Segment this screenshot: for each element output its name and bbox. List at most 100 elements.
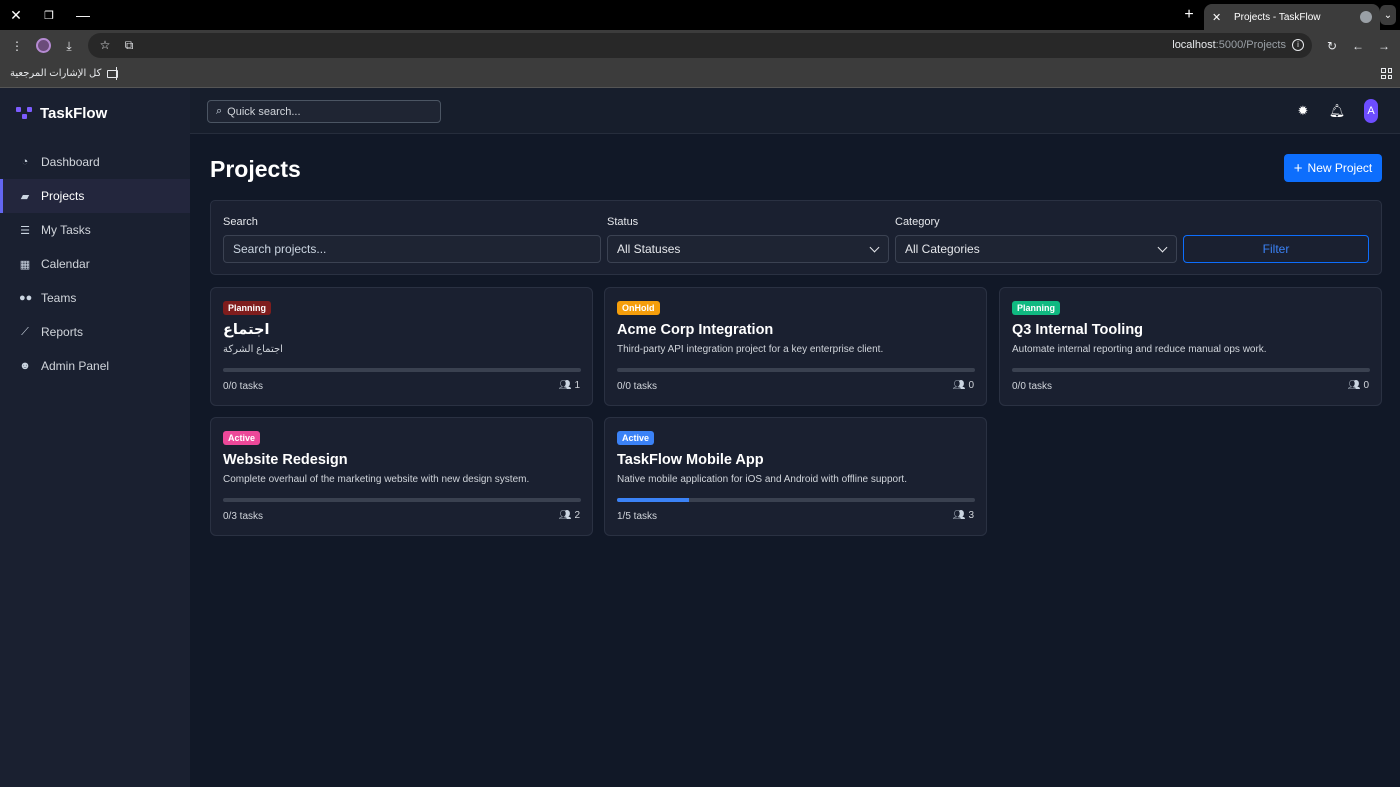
all-bookmarks-label: كل الإشارات المرجعية	[10, 68, 102, 79]
sidebar-item-teams[interactable]: ●● Teams	[0, 281, 190, 315]
quick-search-input[interactable]	[227, 105, 428, 118]
project-card[interactable]: Active Website Redesign Complete overhau…	[210, 417, 593, 536]
progress-bar	[223, 368, 581, 372]
back-icon[interactable]: ←	[1347, 35, 1369, 57]
translate-icon[interactable]: ⧉	[118, 34, 140, 56]
filter-panel: Search Search projects... Status All Sta…	[210, 200, 1382, 275]
project-card[interactable]: Planning اجتماع اجتماع الشركة 0/0 tasks …	[210, 287, 593, 406]
project-title[interactable]: Acme Corp Integration	[617, 322, 773, 338]
sidebar-item-label: My Tasks	[41, 223, 91, 237]
project-title[interactable]: Q3 Internal Tooling	[1012, 322, 1143, 338]
sidebar-item-label: Teams	[41, 291, 77, 305]
task-count: 0/3 tasks	[223, 511, 264, 522]
forward-icon[interactable]: →	[1373, 35, 1395, 57]
status-select[interactable]: All Statuses	[607, 235, 889, 263]
dashboard-icon: ◔	[21, 156, 29, 168]
sidebar-item-label: Admin Panel	[41, 359, 110, 373]
project-description: اجتماع الشركة	[223, 344, 283, 355]
quick-search[interactable]: ⌕	[207, 100, 441, 123]
category-select[interactable]: All Categories	[895, 235, 1177, 263]
project-title[interactable]: اجتماع	[223, 322, 269, 338]
menu-dots-icon[interactable]: ⋮	[6, 35, 28, 57]
progress-bar	[1012, 368, 1370, 372]
project-description: Native mobile application for iOS and An…	[617, 474, 907, 485]
task-count: 0/0 tasks	[1012, 381, 1053, 392]
sidebar-item-label: Reports	[41, 325, 84, 339]
project-card[interactable]: OnHold Acme Corp Integration Third-party…	[604, 287, 987, 406]
users-icon: 👥︎	[558, 380, 572, 391]
chevron-down-icon	[869, 242, 880, 253]
filter-button[interactable]: Filter	[1183, 235, 1369, 263]
browser-tab[interactable]: ✕ Projects - TaskFlow	[1204, 4, 1380, 30]
member-count: 👥︎ 1	[559, 380, 580, 391]
progress-bar	[223, 498, 581, 502]
profile-avatar-icon[interactable]	[36, 38, 51, 53]
task-count: 1/5 tasks	[617, 511, 658, 522]
globe-icon	[1360, 11, 1372, 23]
sidebar-item-label: Calendar	[41, 257, 90, 271]
sidebar-item-dashboard[interactable]: ◔ Dashboard	[0, 145, 190, 179]
sidebar-item-reports[interactable]: ⟋ Reports	[0, 315, 190, 349]
minimize-window-icon[interactable]: —	[68, 0, 98, 30]
project-description: Complete overhaul of the marketing websi…	[223, 474, 530, 485]
member-count-value: 0	[1363, 380, 1369, 391]
folder-icon: ▰	[20, 190, 30, 203]
avatar[interactable]: A	[1364, 99, 1378, 123]
main-content: Projects + New Project Search Search pro…	[190, 134, 1400, 787]
restore-window-icon[interactable]: ❐	[34, 0, 64, 30]
tab-menu-chevron-icon[interactable]: ⌄	[1380, 5, 1396, 25]
tab-close-icon[interactable]: ✕	[1212, 11, 1226, 24]
bell-icon[interactable]: 🔔︎	[1328, 102, 1346, 120]
page-title: Projects	[210, 156, 301, 182]
chevron-down-icon	[1157, 242, 1168, 253]
gear-icon[interactable]: ✹	[1294, 102, 1312, 120]
reload-icon[interactable]: ↻	[1321, 35, 1343, 57]
project-title[interactable]: TaskFlow Mobile App	[617, 452, 764, 468]
sidebar-item-projects[interactable]: ▰ Projects	[0, 179, 190, 213]
brand[interactable]: TaskFlow	[16, 105, 107, 122]
search-projects-input[interactable]: Search projects...	[223, 235, 601, 263]
member-count-value: 1	[574, 380, 580, 391]
url-host: localhost	[1172, 39, 1216, 51]
status-badge: Planning	[223, 301, 271, 315]
url-text[interactable]: localhost:5000/Projects	[1172, 39, 1286, 51]
teams-icon: ●●	[19, 292, 33, 304]
category-select-value: All Categories	[905, 242, 980, 256]
member-count: 👥︎ 2	[559, 510, 580, 521]
tasks-icon: ☰	[20, 224, 30, 237]
calendar-icon: ▦	[19, 258, 31, 271]
status-badge: OnHold	[617, 301, 660, 315]
new-tab-icon[interactable]: +	[1178, 0, 1200, 30]
sidebar-item-admin-panel[interactable]: ☻ Admin Panel	[0, 349, 190, 383]
topbar: ⌕ ✹ 🔔︎ A	[190, 88, 1400, 134]
close-window-icon[interactable]: ✕	[1, 0, 31, 30]
users-icon: 👥︎	[952, 380, 966, 391]
status-badge: Planning	[1012, 301, 1060, 315]
download-icon[interactable]: ⤓	[58, 35, 80, 57]
apps-grid-icon[interactable]	[1381, 68, 1392, 79]
sidebar-item-my-tasks[interactable]: ☰ My Tasks	[0, 213, 190, 247]
users-icon: 👥︎	[558, 510, 572, 521]
bookmarks-separator	[116, 67, 117, 80]
project-card[interactable]: Planning Q3 Internal Tooling Automate in…	[999, 287, 1382, 406]
browser-titlebar: ✕ ❐ — + ✕ Projects - TaskFlow ⌄	[0, 0, 1400, 30]
site-info-icon[interactable]: i	[1292, 39, 1304, 51]
tab-title: Projects - TaskFlow	[1234, 11, 1321, 23]
new-project-button[interactable]: + New Project	[1284, 154, 1382, 182]
project-card[interactable]: Active TaskFlow Mobile App Native mobile…	[604, 417, 987, 536]
member-count: 👥︎ 0	[1348, 380, 1369, 391]
search-label: Search	[223, 216, 258, 228]
member-count: 👥︎ 3	[953, 510, 974, 521]
plus-icon: +	[1293, 159, 1303, 177]
project-title[interactable]: Website Redesign	[223, 452, 348, 468]
sidebar-item-calendar[interactable]: ▦ Calendar	[0, 247, 190, 281]
status-badge: Active	[223, 431, 261, 445]
new-project-label: New Project	[1307, 161, 1373, 175]
bookmark-star-icon[interactable]: ☆	[94, 34, 116, 56]
all-bookmarks-item[interactable]: كل الإشارات المرجعية	[10, 68, 119, 79]
member-count-value: 2	[574, 510, 580, 521]
status-select-value: All Statuses	[617, 242, 681, 256]
taskflow-logo-icon	[16, 106, 34, 121]
project-description: Third-party API integration project for …	[617, 344, 884, 355]
address-bar[interactable]: ☆ ⧉ localhost:5000/Projects i	[88, 33, 1312, 58]
